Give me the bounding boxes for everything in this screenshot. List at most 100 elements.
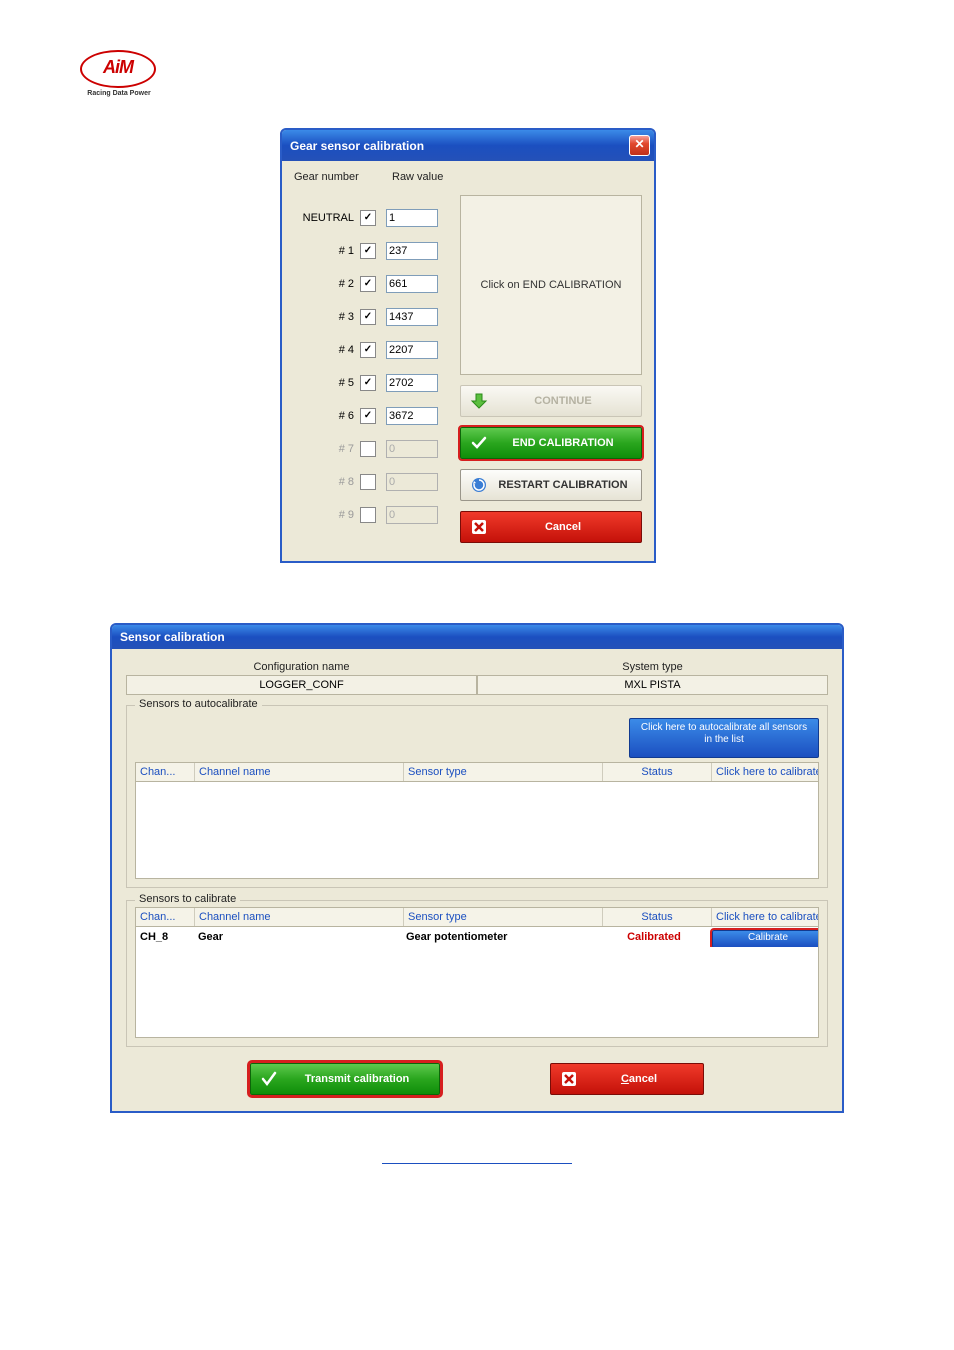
- gear-label: # 5: [294, 377, 360, 389]
- gear-raw-value[interactable]: 661: [386, 275, 438, 293]
- cell-status: Calibrated: [600, 927, 708, 947]
- footer-separator: [382, 1163, 572, 1164]
- gear-row: # 70: [294, 432, 454, 465]
- gear-checkbox: [360, 441, 376, 457]
- legend-autocalibrate: Sensors to autocalibrate: [135, 698, 262, 710]
- gear-raw-value[interactable]: 3672: [386, 407, 438, 425]
- col-status[interactable]: Status: [603, 763, 712, 781]
- col-status[interactable]: Status: [603, 908, 712, 926]
- legend-calibrate: Sensors to calibrate: [135, 893, 240, 905]
- gear-label: # 4: [294, 344, 360, 356]
- grid-body-empty: [135, 782, 819, 879]
- end-calibration-label: END CALIBRATION: [491, 437, 635, 449]
- gear-checkbox[interactable]: [360, 276, 376, 292]
- gear-calibration-dialog: Gear sensor calibration ✕ Gear number Ra…: [280, 128, 656, 563]
- gear-checkbox[interactable]: [360, 243, 376, 259]
- col-channel-name[interactable]: Channel name: [195, 908, 404, 926]
- gear-raw-value[interactable]: 1437: [386, 308, 438, 326]
- gear-row: # 4 2207: [294, 333, 454, 366]
- cancel-icon: [557, 1071, 581, 1087]
- check-icon: [467, 435, 491, 451]
- gear-row: # 2 661: [294, 267, 454, 300]
- col-action[interactable]: Click here to calibrate: [712, 763, 818, 781]
- end-calibration-button[interactable]: END CALIBRATION: [460, 427, 642, 459]
- gear-raw-value: 0: [386, 506, 438, 524]
- table-row[interactable]: CH_8 Gear Gear potentiometer Calibrated …: [136, 927, 818, 947]
- gear-row: # 9 0: [294, 498, 454, 531]
- gear-row: # 3 1437: [294, 300, 454, 333]
- grid-header: Chan... Channel name Sensor type Status …: [135, 907, 819, 927]
- gear-raw-value[interactable]: 2702: [386, 374, 438, 392]
- gear-row: # 5 2702: [294, 366, 454, 399]
- calibrate-button[interactable]: Calibrate: [712, 930, 818, 947]
- logo-text: AiM: [80, 50, 156, 88]
- dialog-title: Gear sensor calibration: [290, 139, 424, 153]
- cell-type: Gear potentiometer: [402, 927, 600, 947]
- continue-button[interactable]: CONTINUE: [460, 385, 642, 417]
- gear-label: # 3: [294, 311, 360, 323]
- continue-label: CONTINUE: [491, 395, 635, 407]
- refresh-icon: [467, 476, 491, 494]
- gear-label: NEUTRAL: [294, 212, 360, 224]
- titlebar: Gear sensor calibration ✕: [282, 130, 654, 161]
- transmit-label: Transmit calibration: [281, 1073, 433, 1085]
- grid-body: CH_8 Gear Gear potentiometer Calibrated …: [135, 927, 819, 1038]
- gear-checkbox: [360, 474, 376, 490]
- cell-chan: CH_8: [136, 927, 194, 947]
- fieldset-calibrate: Sensors to calibrate Chan... Channel nam…: [126, 900, 828, 1047]
- restart-calibration-button[interactable]: RESTART CALIBRATION: [460, 469, 642, 501]
- fieldset-autocalibrate: Sensors to autocalibrate Click here to a…: [126, 705, 828, 888]
- gear-raw-value[interactable]: 2207: [386, 341, 438, 359]
- col-sensor-type[interactable]: Sensor type: [404, 908, 603, 926]
- gear-raw-value: 0: [386, 473, 438, 491]
- col-chan[interactable]: Chan...: [136, 763, 195, 781]
- close-icon[interactable]: ✕: [629, 135, 650, 156]
- label-configuration-name: Configuration name: [126, 661, 477, 673]
- gear-row: # 6 3672: [294, 399, 454, 432]
- gear-row: # 8 0: [294, 465, 454, 498]
- header-gear-number: Gear number: [294, 171, 374, 183]
- gear-label: # 6: [294, 410, 360, 422]
- col-sensor-type[interactable]: Sensor type: [404, 763, 603, 781]
- col-action[interactable]: Click here to calibrate: [712, 908, 818, 926]
- gear-row: # 1 237: [294, 234, 454, 267]
- gear-label: # 7: [294, 443, 360, 455]
- transmit-calibration-button[interactable]: Transmit calibration: [250, 1063, 440, 1095]
- down-arrow-icon: [467, 392, 491, 410]
- cell-action: Calibrate: [708, 927, 818, 947]
- gear-checkbox[interactable]: [360, 342, 376, 358]
- gear-checkbox[interactable]: [360, 210, 376, 226]
- cancel-button[interactable]: Cancel: [550, 1063, 704, 1095]
- logo-subtitle: Racing Data Power: [80, 90, 158, 97]
- logo: AiM Racing Data Power: [80, 50, 158, 98]
- dialog-title: Sensor calibration: [120, 630, 225, 644]
- check-icon: [257, 1070, 281, 1088]
- restart-calibration-label: RESTART CALIBRATION: [491, 479, 635, 491]
- gear-label: # 8: [294, 476, 360, 488]
- col-channel-name[interactable]: Channel name: [195, 763, 404, 781]
- col-chan[interactable]: Chan...: [136, 908, 195, 926]
- cancel-label: Cancel: [491, 521, 635, 533]
- gear-label: # 2: [294, 278, 360, 290]
- gear-raw-value[interactable]: 1: [386, 209, 438, 227]
- header-raw-value: Raw value: [392, 171, 443, 183]
- sensor-calibration-dialog: Sensor calibration Configuration name Sy…: [110, 623, 844, 1113]
- gear-label: # 1: [294, 245, 360, 257]
- gear-row: NEUTRAL 1: [294, 201, 454, 234]
- gear-checkbox[interactable]: [360, 408, 376, 424]
- value-configuration-name: LOGGER_CONF: [126, 675, 477, 695]
- cancel-icon: [467, 519, 491, 535]
- calibration-message: Click on END CALIBRATION: [460, 195, 642, 375]
- gear-raw-value[interactable]: 237: [386, 242, 438, 260]
- value-system-type: MXL PISTA: [477, 675, 828, 695]
- cell-name: Gear: [194, 927, 402, 947]
- autocalibrate-all-button[interactable]: Click here to autocalibrate all sensors …: [629, 718, 819, 758]
- gear-checkbox[interactable]: [360, 375, 376, 391]
- cancel-label: Cancel: [581, 1073, 697, 1085]
- cancel-button[interactable]: Cancel: [460, 511, 642, 543]
- gear-checkbox[interactable]: [360, 309, 376, 325]
- titlebar: Sensor calibration: [112, 625, 842, 649]
- label-system-type: System type: [477, 661, 828, 673]
- gear-checkbox: [360, 507, 376, 523]
- gear-label: # 9: [294, 509, 360, 521]
